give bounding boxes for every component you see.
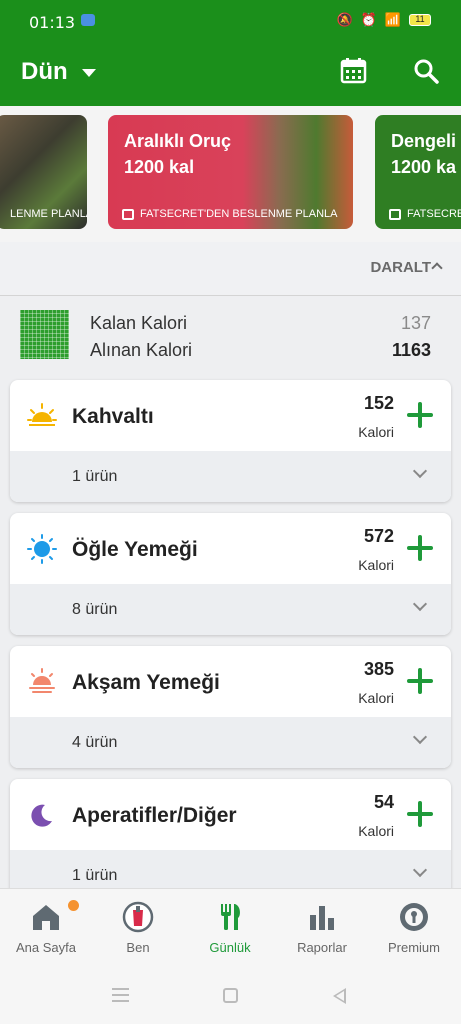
chevron-down-icon[interactable]	[412, 596, 428, 612]
book-icon	[389, 208, 401, 220]
search-icon[interactable]	[413, 58, 439, 84]
meal-card-dinner[interactable]: Akşam Yemeği 385 Kalori 4 ürün	[10, 646, 451, 768]
status-time: 01:13	[29, 13, 76, 32]
card-calories: 1200 ka	[391, 157, 457, 177]
nav-item-home[interactable]: Ana Sayfa	[0, 889, 92, 968]
meal-items-row[interactable]: 1 ürün	[10, 451, 451, 502]
meal-name: Aperatifler/Diğer	[72, 804, 237, 827]
add-food-button[interactable]	[407, 535, 433, 561]
chevron-down-icon[interactable]	[412, 862, 428, 878]
card-footer: FATSECRET'DEN BESLENME PLANLA	[122, 208, 338, 220]
meal-card-breakfast[interactable]: Kahvaltı 152 Kalori 1 ürün	[10, 380, 451, 502]
system-icons: 🔕 ⏰ 📶 11	[336, 12, 431, 28]
chevron-down-icon[interactable]	[412, 463, 428, 479]
profile-icon	[122, 901, 154, 933]
status-bar: 01:13 🔕 ⏰ 📶 11	[0, 0, 461, 40]
sunrise-icon	[27, 403, 57, 426]
meal-calories: 572	[363, 526, 394, 546]
remaining-calories-label: Kalan Kalori	[90, 313, 188, 333]
recent-apps-icon[interactable]	[112, 988, 129, 1002]
consumed-calories-value: 1163	[391, 340, 431, 360]
meal-item-count: 4 ürün	[72, 734, 118, 751]
meal-calories-unit: Kalori	[358, 823, 394, 839]
meal-calories-unit: Kalori	[358, 690, 394, 706]
app-notification-icon	[81, 14, 95, 26]
sunset-icon	[29, 668, 55, 693]
nav-label: Günlük	[209, 940, 251, 955]
nav-item-reports[interactable]: Raporlar	[276, 889, 368, 968]
meal-calories: 385	[363, 659, 394, 679]
meal-name: Akşam Yemeği	[72, 671, 220, 694]
chevron-up-icon[interactable]	[431, 262, 443, 274]
calorie-grid-icon	[20, 310, 69, 359]
card-footer: LENME PLANLA	[10, 208, 87, 220]
nav-item-premium[interactable]: Premium	[368, 889, 460, 968]
meal-name: Öğle Yemeği	[72, 538, 198, 561]
meal-plan-card-intermittent-fasting[interactable]: Aralıklı Oruç 1200 kal FATSECRET'DEN BES…	[108, 115, 353, 229]
home-icon	[33, 905, 59, 930]
meal-items-row[interactable]: 4 ürün	[10, 717, 451, 768]
signal-icon: 📶	[384, 12, 401, 27]
meal-plan-card[interactable]: LENME PLANLA	[0, 115, 87, 229]
alarm-icon: ⏰	[360, 12, 377, 27]
meal-card-snacks[interactable]: Aperatifler/Diğer 54 Kalori 1 ürün	[10, 779, 451, 901]
consumed-calories-label: Alınan Kalori	[90, 340, 193, 360]
app-bar: Dün	[0, 40, 461, 106]
system-navigation-bar	[0, 967, 461, 1024]
meal-plan-carousel[interactable]: LENME PLANLA Aralıklı Oruç 1200 kal FATS…	[0, 106, 461, 242]
meal-items-row[interactable]: 8 ürün	[10, 584, 451, 635]
meal-calories-unit: Kalori	[358, 557, 394, 573]
remaining-calories-value: 137	[400, 313, 431, 333]
card-footer: FATSECRET	[389, 208, 461, 220]
book-icon	[122, 208, 134, 220]
meal-calories: 152	[363, 393, 394, 413]
date-title[interactable]: Dün	[21, 58, 68, 86]
premium-icon	[400, 903, 428, 931]
collapse-label[interactable]: DARALT	[370, 259, 431, 276]
add-food-button[interactable]	[407, 402, 433, 428]
fork-knife-icon	[221, 904, 240, 930]
nav-label: Ben	[126, 940, 150, 955]
calorie-summary: Kalan Kalori Alınan Kalori 137 1163	[0, 297, 461, 373]
meal-item-count: 1 ürün	[72, 468, 118, 485]
meal-card-lunch[interactable]: Öğle Yemeği 572 Kalori 8 ürün	[10, 513, 451, 635]
card-title: Dengeli	[391, 131, 457, 151]
nav-label: Ana Sayfa	[16, 940, 76, 955]
card-title: Aralıklı Oruç	[124, 131, 232, 151]
bar-chart-icon	[310, 906, 334, 930]
add-food-button[interactable]	[407, 668, 433, 694]
battery-icon: 11	[409, 14, 431, 26]
meal-item-count: 8 ürün	[72, 601, 118, 618]
card-calories: 1200 kal	[124, 157, 195, 177]
nav-label: Premium	[387, 940, 440, 955]
nav-label: Raporlar	[297, 940, 347, 955]
collapse-toggle[interactable]: DARALT	[0, 242, 461, 296]
mute-icon: 🔕	[336, 12, 353, 27]
calendar-icon[interactable]	[340, 57, 367, 84]
home-button-icon[interactable]	[223, 988, 238, 1003]
moon-icon	[31, 804, 52, 827]
meal-calories: 54	[373, 792, 394, 812]
date-dropdown-icon[interactable]	[82, 69, 96, 77]
add-food-button[interactable]	[407, 801, 433, 827]
meal-item-count: 1 ürün	[72, 867, 118, 884]
notification-badge	[68, 900, 79, 911]
meal-plan-card-balanced[interactable]: Dengeli 1200 ka FATSECRET	[375, 115, 461, 229]
nav-item-diary[interactable]: Günlük	[184, 889, 276, 968]
chevron-down-icon[interactable]	[412, 729, 428, 745]
bottom-navigation: Ana Sayfa Ben Günlük Raporlar Premium	[0, 888, 461, 967]
meal-calories-unit: Kalori	[358, 424, 394, 440]
back-icon[interactable]	[333, 988, 346, 1004]
nav-item-profile[interactable]: Ben	[92, 889, 184, 968]
sun-icon	[27, 534, 57, 564]
meal-name: Kahvaltı	[72, 405, 154, 428]
